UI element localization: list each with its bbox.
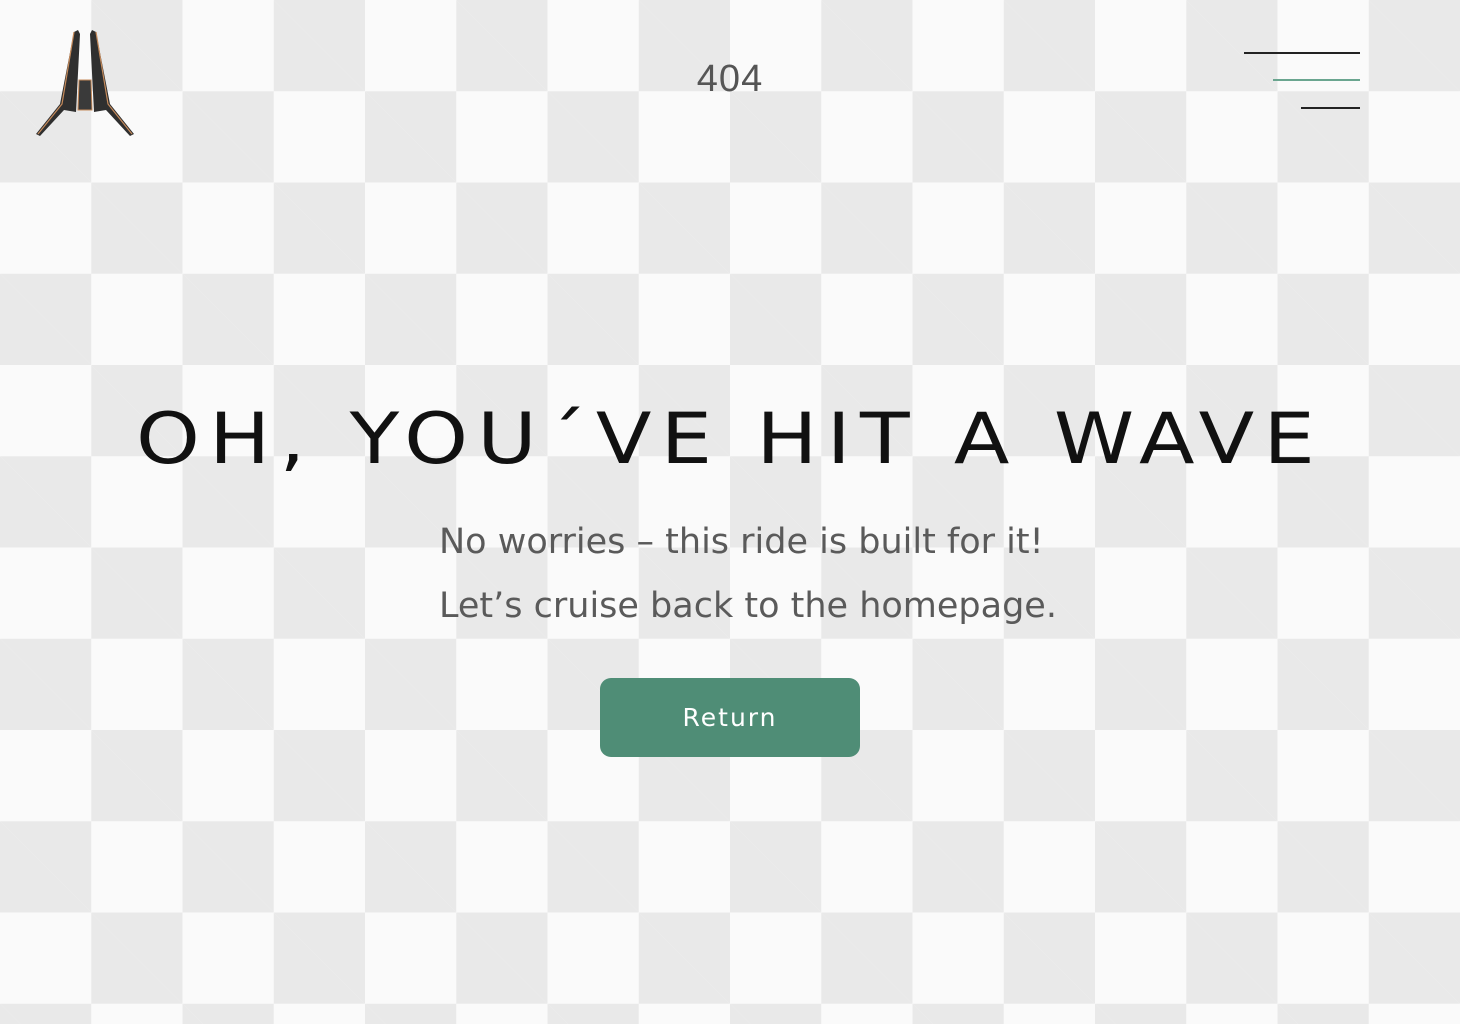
message-line-1: No worries – this ride is built for it! — [439, 522, 1044, 562]
menu-line-middle — [1273, 79, 1360, 81]
menu-line-top — [1244, 52, 1360, 54]
hamburger-menu-icon[interactable] — [1240, 48, 1362, 114]
message-line-2: Let’s cruise back to the homepage. — [439, 586, 1057, 626]
menu-line-bottom — [1301, 107, 1360, 109]
page-headline: OH, YOU´VE HIT A WAVE — [135, 398, 1325, 480]
error-page: 404 OH, YOU´VE HIT A WAVE No worries – t… — [0, 0, 1460, 1024]
return-button[interactable]: Return — [600, 678, 860, 757]
